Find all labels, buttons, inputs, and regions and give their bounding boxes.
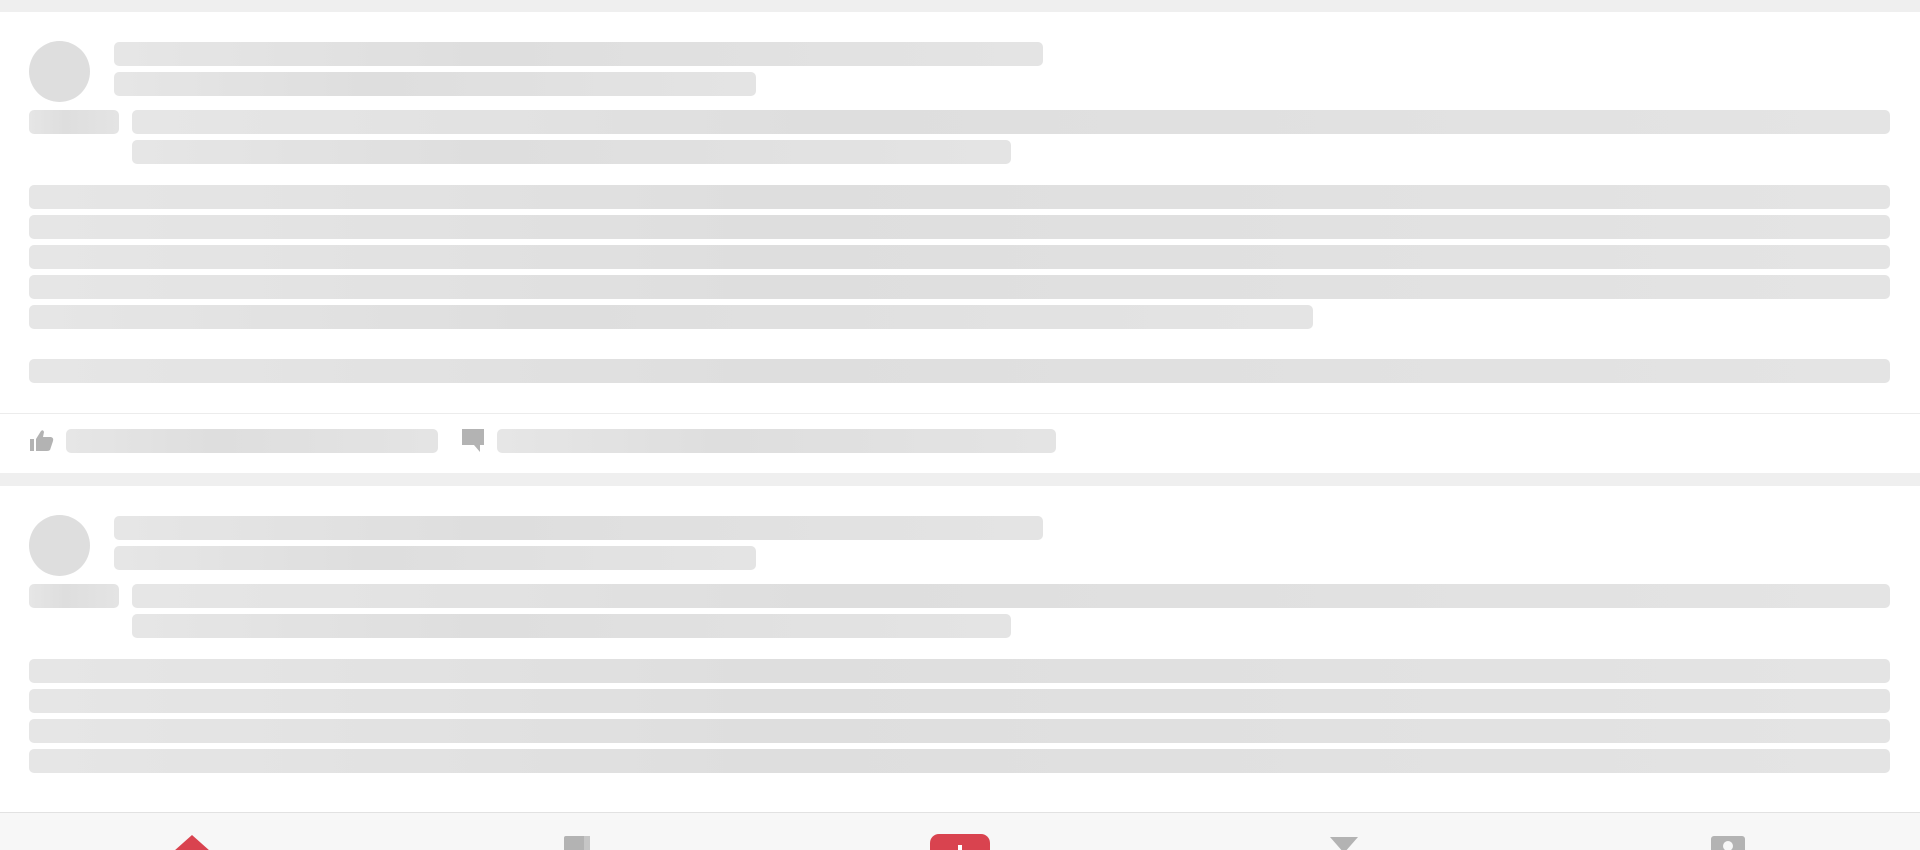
like-count-placeholder xyxy=(66,429,438,453)
skeleton-post-card xyxy=(0,486,1920,812)
post-body-line-placeholder xyxy=(29,215,1890,239)
post-body-line-placeholder xyxy=(29,659,1890,683)
post-title-line-placeholder xyxy=(132,614,1011,638)
post-body-line-placeholder xyxy=(29,245,1890,269)
category-tag-placeholder xyxy=(29,584,119,608)
post-title-line-placeholder xyxy=(132,140,1011,164)
profile-icon xyxy=(1711,836,1745,850)
category-tag-placeholder xyxy=(29,110,119,134)
post-title-line-placeholder xyxy=(132,584,1890,608)
compose-icon xyxy=(930,834,990,850)
nav-item-compose[interactable] xyxy=(768,813,1152,850)
post-body-line-placeholder xyxy=(29,749,1890,773)
post-body-line-placeholder xyxy=(29,719,1890,743)
comment-icon[interactable] xyxy=(460,427,486,453)
post-meta-placeholder xyxy=(114,546,756,570)
post-footer-placeholder xyxy=(29,359,1890,383)
comment-count-placeholder xyxy=(497,429,1056,453)
post-body-line-placeholder xyxy=(29,275,1890,299)
nav-item-profile[interactable] xyxy=(1536,813,1920,850)
nav-item-home[interactable] xyxy=(0,813,384,850)
post-feed xyxy=(0,0,1920,812)
home-icon xyxy=(175,835,209,850)
notification-icon xyxy=(1330,837,1358,850)
author-name-placeholder xyxy=(114,42,1043,66)
post-body-line-placeholder xyxy=(29,689,1890,713)
avatar-placeholder xyxy=(29,41,90,102)
post-body-line-placeholder xyxy=(29,185,1890,209)
post-meta-placeholder xyxy=(114,72,756,96)
post-title-line-placeholder xyxy=(132,110,1890,134)
nav-item-notifications[interactable] xyxy=(1152,813,1536,850)
nav-item-bookmark[interactable] xyxy=(384,813,768,850)
bookmark-icon xyxy=(564,836,590,850)
author-name-placeholder xyxy=(114,516,1043,540)
bottom-navigation-bar xyxy=(0,812,1920,850)
avatar-placeholder xyxy=(29,515,90,576)
skeleton-post-card xyxy=(0,12,1920,473)
post-body-line-placeholder xyxy=(29,305,1313,329)
thumbs-up-icon[interactable] xyxy=(29,427,55,453)
action-bar-divider xyxy=(0,413,1920,414)
